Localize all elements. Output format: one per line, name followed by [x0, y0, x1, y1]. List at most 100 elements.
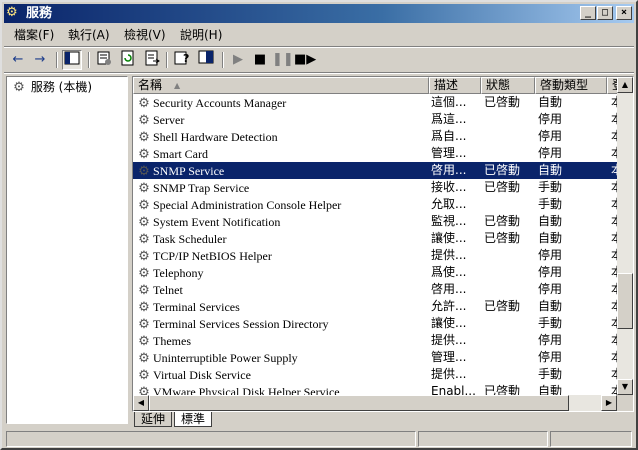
start-service-icon[interactable]: ▶	[228, 50, 248, 70]
refresh-icon[interactable]	[118, 50, 138, 70]
service-name: SNMP Service	[153, 164, 225, 178]
service-gear-icon: ⚙	[138, 214, 150, 229]
back-arrow-icon[interactable]: ←	[8, 50, 28, 70]
menu-action[interactable]: 執行(A)	[68, 27, 110, 43]
table-row[interactable]: ⚙Server爲這...停用本	[133, 111, 621, 128]
table-row[interactable]: ⚙Task Scheduler讓使...已啓動自動本	[133, 230, 621, 247]
scroll-thumb[interactable]	[149, 395, 569, 411]
scroll-down-icon[interactable]: ▼	[617, 379, 633, 395]
table-row[interactable]: ⚙TCP/IP NetBIOS Helper提供...停用本	[133, 247, 621, 264]
tab-standard[interactable]: 標準	[174, 412, 213, 427]
tab-extended[interactable]: 延伸	[134, 412, 173, 427]
service-description: 管理...	[431, 146, 467, 160]
list-header: 名稱 ▲ 描述 狀態 啓動類型 登	[133, 77, 633, 94]
table-row[interactable]: ⚙Shell Hardware Detection爲自...停用本	[133, 128, 621, 145]
service-status	[484, 332, 536, 349]
table-row[interactable]: ⚙Uninterruptible Power Supply管理...停用本	[133, 349, 621, 366]
export-list-icon[interactable]	[142, 50, 162, 70]
scroll-right-icon[interactable]: ▶	[601, 395, 617, 411]
forward-arrow-icon[interactable]: →	[30, 50, 50, 70]
service-name-cell: ⚙ Uninterruptible Power Supply	[135, 349, 427, 366]
table-row[interactable]: ⚙SNMP Trap Service接收...已啓動手動本	[133, 179, 621, 196]
service-name: Uninterruptible Power Supply	[153, 351, 298, 365]
service-name-cell: ⚙ SNMP Service	[135, 162, 427, 179]
menu-view[interactable]: 檢視(V)	[124, 27, 166, 43]
status-bar	[4, 430, 634, 448]
scroll-left-icon[interactable]: ◀	[133, 395, 149, 411]
stop-service-icon[interactable]: ■	[250, 50, 270, 70]
menu-file[interactable]: 檔案(F)	[14, 27, 54, 43]
service-status	[484, 281, 536, 298]
table-row[interactable]: ⚙ Terminal Services Session Directory 讓使..…	[133, 315, 621, 332]
service-status	[484, 128, 536, 145]
service-name-cell: ⚙ Smart Card	[135, 145, 427, 162]
menu-help[interactable]: 說明(H)	[180, 27, 222, 43]
service-name-cell: ⚙ SNMP Trap Service	[135, 179, 427, 196]
service-name-cell: ⚙ Terminal Services	[135, 298, 427, 315]
window-title: 服務	[26, 6, 53, 21]
table-row[interactable]: ⚙ Special Administration Console Helper 允取…	[133, 196, 621, 213]
maximize-button[interactable]: □	[597, 6, 613, 20]
service-name: Telephony	[153, 266, 204, 280]
service-name-cell: ⚙ Terminal Services Session Directory	[135, 315, 427, 332]
table-row[interactable]: ⚙Terminal Services允許...已啓動自動本	[133, 298, 621, 315]
service-name-cell: ⚙ Task Scheduler	[135, 230, 427, 247]
service-description: 提供...	[431, 248, 467, 262]
description-pane-icon[interactable]	[196, 50, 216, 70]
service-gear-icon: ⚙	[138, 146, 150, 161]
service-startup-type: 停用	[538, 248, 563, 262]
column-header-startup-type[interactable]: 啓動類型	[535, 77, 607, 94]
table-row[interactable]: ⚙System Event Notification監視...已啓動自動本	[133, 213, 621, 230]
table-row[interactable]: ⚙Telnet啓用...停用本	[133, 281, 621, 298]
service-status	[484, 264, 536, 281]
show-hide-tree-icon[interactable]	[62, 50, 82, 70]
table-row[interactable]: ⚙Security Accounts Manager這個...已啓動自動本	[133, 94, 621, 111]
horizontal-scrollbar[interactable]: ◀ ▶	[133, 395, 617, 411]
service-gear-icon: ⚙	[138, 112, 150, 127]
table-row[interactable]: ⚙Virtual Disk Service提供...手動本	[133, 366, 621, 383]
pause-service-icon[interactable]: ❚❚	[272, 50, 294, 70]
service-name-cell: ⚙ TCP/IP NetBIOS Helper	[135, 247, 427, 264]
services-window: ⚙ 服務 _ □ × 檔案(F) 執行(A) 檢視(V) 說明(H) ← → ?	[0, 0, 638, 450]
services-list: 名稱 ▲ 描述 狀態 啓動類型 登 ⚙Security Accounts Man…	[132, 76, 634, 412]
service-name: Task Scheduler	[153, 232, 227, 246]
scroll-thumb[interactable]	[617, 273, 633, 329]
service-startup-type: 自動	[538, 299, 563, 313]
table-row[interactable]: ⚙Smart Card管理...停用本	[133, 145, 621, 162]
service-name-cell: ⚙ Security Accounts Manager	[135, 94, 427, 111]
service-name: SNMP Trap Service	[153, 181, 250, 195]
column-header-name[interactable]: 名稱 ▲	[133, 77, 429, 94]
scroll-up-icon[interactable]: ▲	[617, 77, 633, 93]
column-header-description[interactable]: 描述	[429, 77, 481, 94]
help-icon[interactable]: ?	[172, 50, 192, 70]
service-description: 這個...	[431, 95, 467, 109]
service-description: 允取...	[431, 197, 467, 211]
column-header-label: 狀態	[486, 78, 511, 92]
service-name: Server	[153, 113, 185, 127]
service-name: Themes	[153, 334, 191, 348]
properties-icon[interactable]	[94, 50, 114, 70]
tree-item-services-local[interactable]: ⚙ 服務 (本機)	[11, 79, 92, 96]
service-description: 讓使...	[431, 231, 467, 245]
service-startup-type: 手動	[538, 197, 563, 211]
service-name-cell: ⚙ System Event Notification	[135, 213, 427, 230]
services-gear-icon: ⚙	[6, 5, 18, 20]
restart-service-icon[interactable]: ■▶	[294, 50, 316, 70]
table-row[interactable]: ⚙SNMP Service啓用...已啓動自動本	[133, 162, 621, 179]
service-name-cell: ⚙ Shell Hardware Detection	[135, 128, 427, 145]
service-startup-type: 停用	[538, 350, 563, 364]
service-description: 爲使...	[431, 265, 467, 279]
vertical-scrollbar[interactable]: ▲ ▼	[617, 77, 633, 395]
table-row[interactable]: ⚙Themes提供...停用本	[133, 332, 621, 349]
column-header-status[interactable]: 狀態	[481, 77, 535, 94]
title-bar[interactable]: ⚙ 服務 _ □ ×	[4, 4, 634, 23]
service-name-cell: ⚙ Special Administration Console Helper	[135, 196, 427, 213]
service-startup-type: 自動	[538, 214, 563, 228]
close-button[interactable]: ×	[616, 6, 632, 20]
service-status: 已啓動	[484, 180, 521, 194]
service-startup-type: 手動	[538, 180, 563, 194]
service-startup-type: 停用	[538, 282, 563, 296]
minimize-button[interactable]: _	[580, 6, 596, 20]
service-startup-type: 停用	[538, 265, 563, 279]
table-row[interactable]: ⚙Telephony爲使...停用本	[133, 264, 621, 281]
